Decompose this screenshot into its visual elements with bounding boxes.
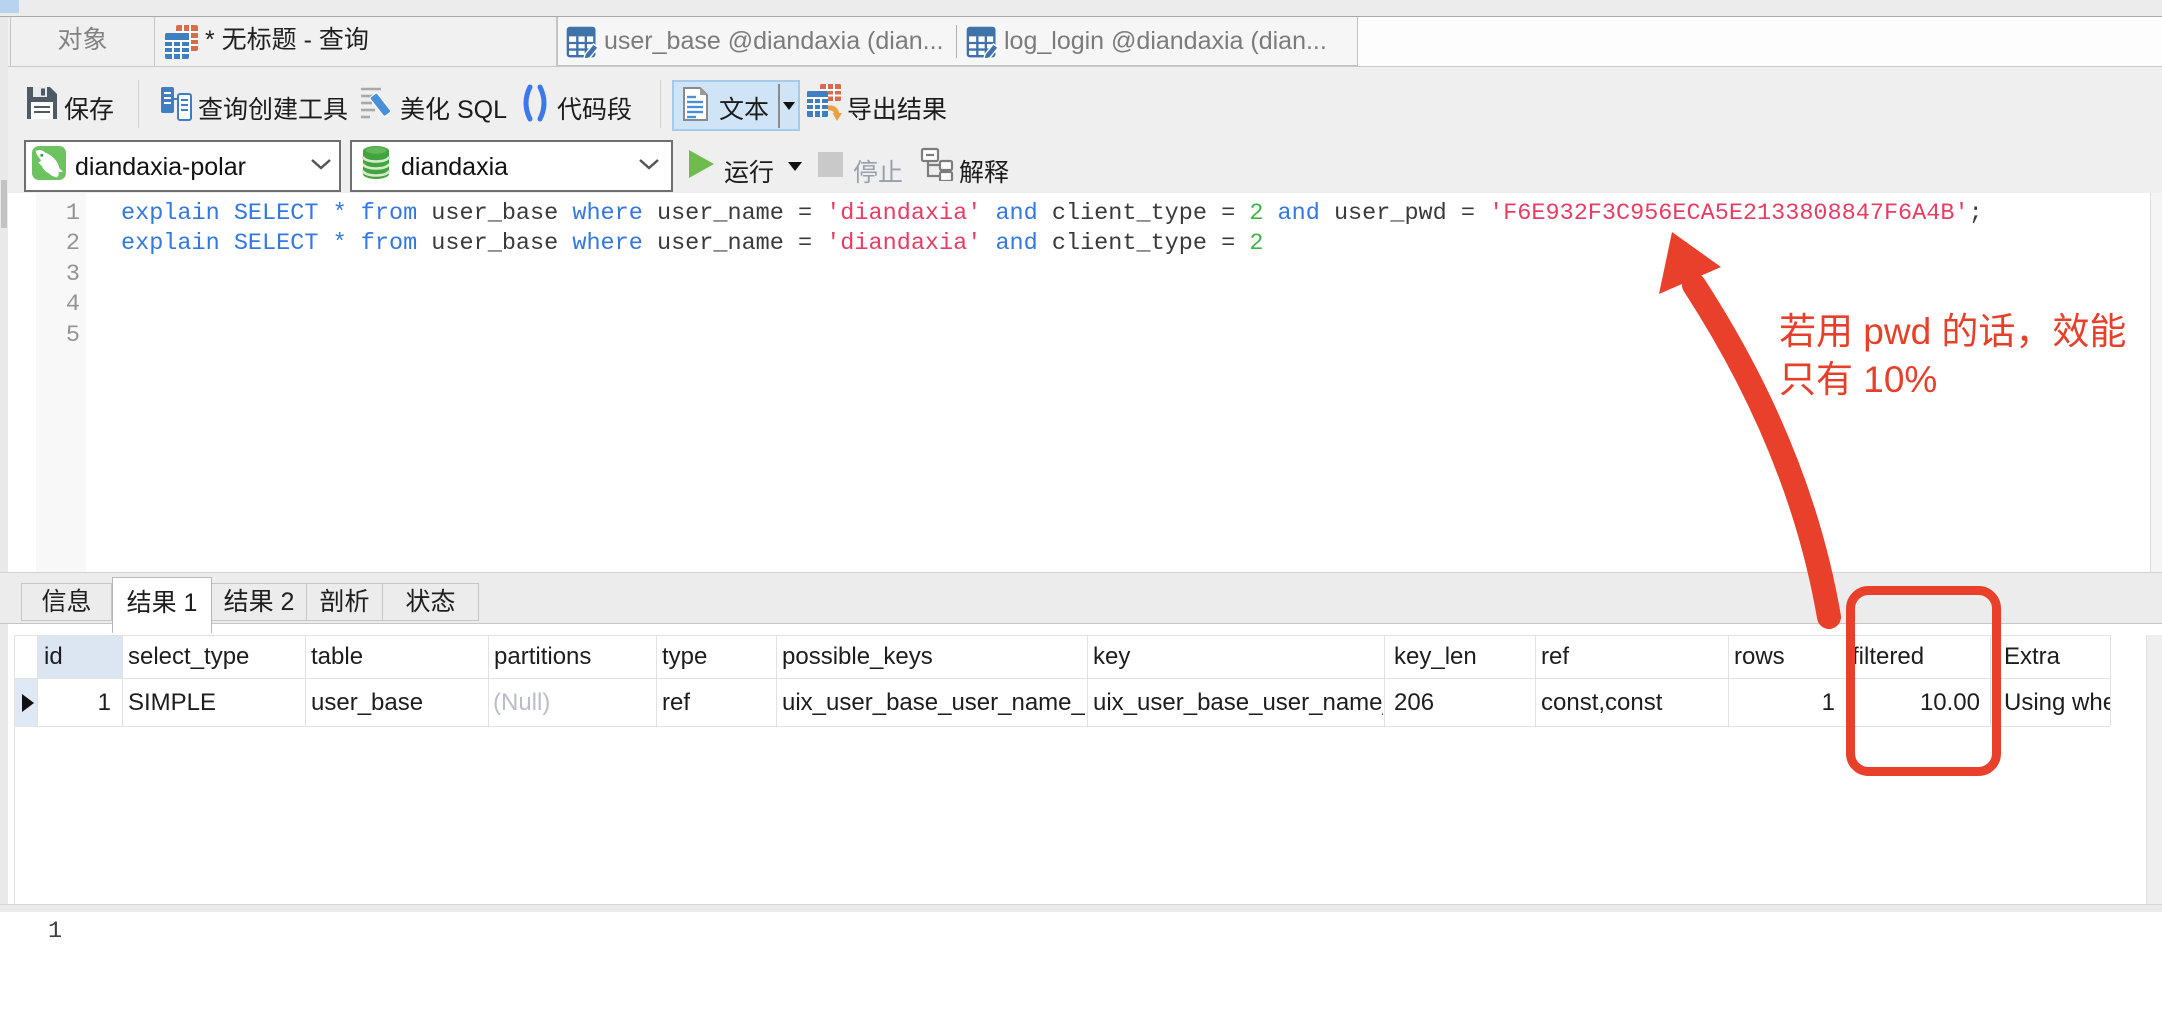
svg-text:只有 10%: 只有 10% [1779,359,1937,400]
svg-text:若用 pwd 的话，效能: 若用 pwd 的话，效能 [1779,311,2126,352]
